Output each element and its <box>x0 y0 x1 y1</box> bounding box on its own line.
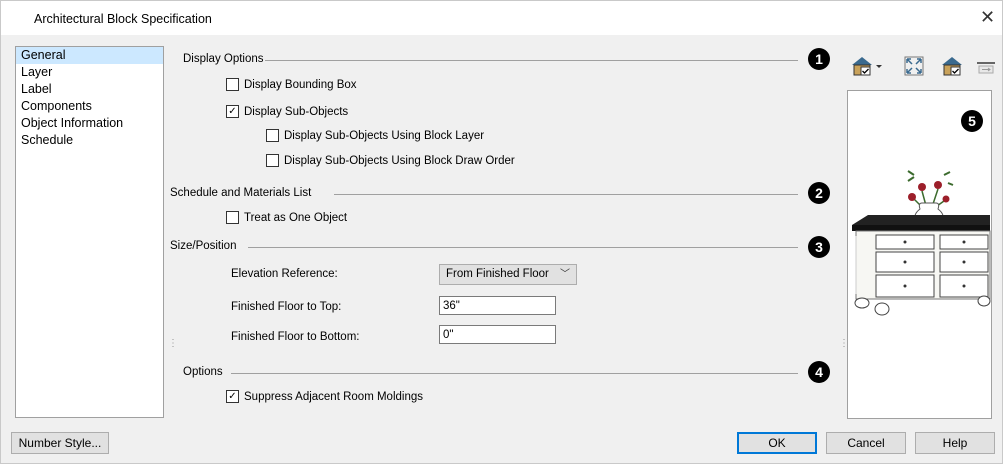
size-position-divider <box>248 247 798 248</box>
floor-to-top-input[interactable]: 36" <box>439 296 556 315</box>
category-list[interactable]: General Layer Label Components Object In… <box>15 46 164 418</box>
checkbox-box[interactable] <box>266 129 279 142</box>
dialog-title: Architectural Block Specification <box>34 12 212 26</box>
checkbox-label: Display Sub-Objects Using Block Layer <box>284 130 485 142</box>
toggle-icon <box>977 62 995 74</box>
title-bar: Architectural Block Specification ✕ <box>1 1 1002 35</box>
render-icon <box>942 57 962 76</box>
callout-badge-2: 2 <box>808 182 830 204</box>
fit-view-button[interactable] <box>901 53 927 79</box>
elevation-reference-label: Elevation Reference: <box>231 268 338 280</box>
callout-badge-4: 4 <box>808 361 830 383</box>
elevation-reference-value: From Finished Floor <box>446 268 549 280</box>
resize-grip-left[interactable]: ⋮ <box>168 338 178 349</box>
checkbox-label: Display Sub-Objects <box>244 106 349 118</box>
checkbox-label: Display Bounding Box <box>244 79 357 91</box>
chevron-down-icon: ﹀ <box>560 269 570 280</box>
display-options-divider <box>265 60 798 61</box>
preview-pane[interactable]: 5 <box>847 90 992 419</box>
nav-item-object-information[interactable]: Object Information <box>16 115 163 132</box>
nav-item-general[interactable]: General <box>16 47 163 64</box>
dialog-window: Architectural Block Specification ✕ Gene… <box>0 0 1003 464</box>
checkbox-box[interactable] <box>226 211 239 224</box>
nav-item-schedule[interactable]: Schedule <box>16 132 163 149</box>
view-mode-icon <box>852 57 882 76</box>
checkbox-label: Suppress Adjacent Room Moldings <box>244 391 423 403</box>
options-heading: Options <box>183 366 223 378</box>
checkbox-box[interactable] <box>266 154 279 167</box>
nav-item-label[interactable]: Label <box>16 81 163 98</box>
checkbox-label: Display Sub-Objects Using Block Draw Ord… <box>284 155 515 167</box>
ok-button[interactable]: OK <box>737 432 817 454</box>
nav-item-layer[interactable]: Layer <box>16 64 163 81</box>
display-options-heading: Display Options <box>183 53 264 65</box>
floor-to-top-label: Finished Floor to Top: <box>231 301 342 313</box>
toggle-panel-button[interactable] <box>973 53 999 79</box>
checkbox-box[interactable] <box>226 78 239 91</box>
callout-badge-1: 1 <box>808 48 830 70</box>
checkmark-icon[interactable]: ✓ <box>226 390 239 403</box>
cancel-button[interactable]: Cancel <box>826 432 906 454</box>
checkmark-icon[interactable]: ✓ <box>226 105 239 118</box>
options-divider <box>231 373 798 374</box>
schedule-heading: Schedule and Materials List <box>170 187 312 199</box>
dresser-preview-image <box>852 170 991 316</box>
nav-item-components[interactable]: Components <box>16 98 163 115</box>
view-mode-button[interactable] <box>849 53 885 79</box>
checkbox-label: Treat as One Object <box>244 212 348 224</box>
fit-view-icon <box>904 56 924 76</box>
elevation-reference-select[interactable]: From Finished Floor ﹀ <box>439 264 577 285</box>
help-button[interactable]: Help <box>915 432 995 454</box>
floor-to-bottom-input[interactable]: 0" <box>439 325 556 344</box>
size-position-heading: Size/Position <box>170 240 237 252</box>
floor-to-bottom-label: Finished Floor to Bottom: <box>231 331 360 343</box>
schedule-divider <box>334 194 798 195</box>
number-style-button[interactable]: Number Style... <box>11 432 109 454</box>
render-button[interactable] <box>939 53 965 79</box>
close-icon[interactable]: ✕ <box>980 7 995 28</box>
callout-badge-3: 3 <box>808 236 830 258</box>
